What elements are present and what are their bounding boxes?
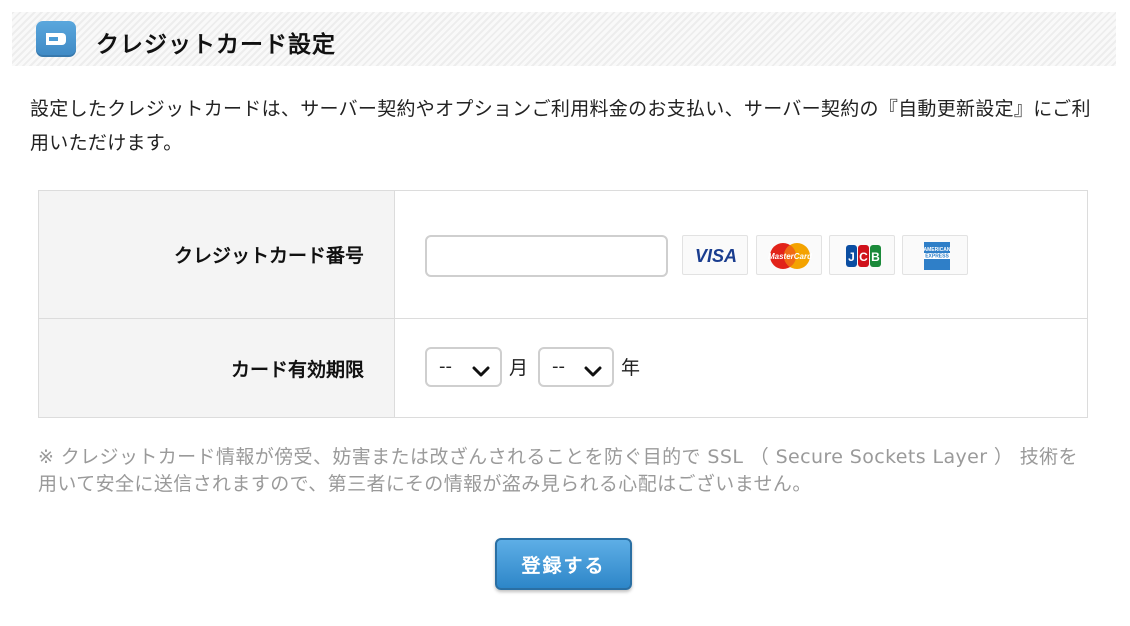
visa-logo: VISA <box>682 235 748 275</box>
svg-text:EXPRESS: EXPRESS <box>925 254 949 260</box>
expiry-label: カード有効期限 <box>230 358 364 381</box>
page-title: クレジットカード設定 <box>96 32 336 58</box>
expiry-month-select[interactable]: -- <box>425 347 502 387</box>
page: クレジットカード設定 設定したクレジットカードは、サーバー契約やオプションご利用… <box>0 0 1130 626</box>
expiry-row: カード有効期限 -- 月 -- 年 <box>39 319 1087 417</box>
expiry-label-cell: カード有効期限 <box>39 319 395 417</box>
mastercard-logo: MasterCard <box>756 235 822 275</box>
description-text: 設定したクレジットカードは、サーバー契約やオプションご利用料金のお支払い、サーバ… <box>30 98 1091 154</box>
chevron-down-icon <box>584 362 602 383</box>
svg-text:B: B <box>871 250 880 264</box>
card-number-label-cell: クレジットカード番号 <box>39 191 395 318</box>
section-header: クレジットカード設定 <box>12 12 1116 66</box>
card-number-value-cell: VISA MasterCard J C B AMERICAN EXPRESS <box>395 191 1087 318</box>
amex-logo: AMERICAN EXPRESS <box>902 235 968 275</box>
jcb-logo: J C B <box>829 235 895 275</box>
svg-text:C: C <box>859 250 868 264</box>
ssl-security-note: ※ クレジットカード情報が傍受、妨害または改ざんされることを防ぐ目的で SSL … <box>38 446 1078 495</box>
chevron-down-icon <box>472 362 490 383</box>
svg-text:J: J <box>848 250 855 264</box>
svg-text:AMERICAN: AMERICAN <box>924 247 951 253</box>
card-settings-form: クレジットカード番号 VISA MasterCard J C B AMERICA… <box>38 190 1088 418</box>
card-number-input[interactable] <box>425 235 668 277</box>
card-number-label: クレジットカード番号 <box>173 245 364 267</box>
svg-text:MasterCard: MasterCard <box>768 252 813 261</box>
year-unit-label: 年 <box>621 357 641 379</box>
card-number-row: クレジットカード番号 VISA MasterCard J C B AMERICA… <box>39 191 1087 319</box>
month-unit-label: 月 <box>509 357 529 379</box>
credit-card-icon <box>36 21 76 57</box>
expiry-year-select[interactable]: -- <box>538 347 614 387</box>
expiry-year-value: -- <box>552 356 565 377</box>
expiry-month-value: -- <box>439 356 452 377</box>
svg-text:VISA: VISA <box>695 246 737 266</box>
register-button[interactable]: 登録する <box>495 538 632 590</box>
expiry-value-cell: -- 月 -- 年 <box>395 319 1087 417</box>
